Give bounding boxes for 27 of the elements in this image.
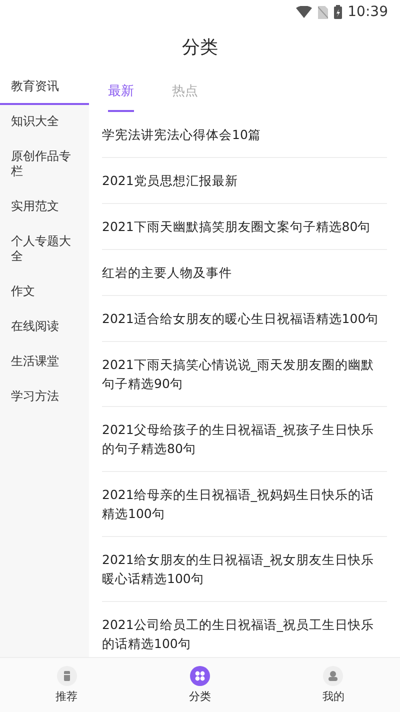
nav-tab[interactable]: 我的 bbox=[293, 666, 374, 704]
sidebar-item[interactable]: 实用范文 bbox=[0, 190, 89, 225]
wifi-icon bbox=[296, 6, 312, 18]
article-title[interactable]: 红岩的主要人物及事件 bbox=[102, 250, 387, 296]
article-title[interactable]: 2021下雨天搞笑心情说说_雨天发朋友圈的幽默句子精选90句 bbox=[102, 342, 387, 407]
article-title[interactable]: 2021给女朋友的生日祝福语_祝女朋友生日快乐暖心话精选100句 bbox=[102, 537, 387, 602]
article-title[interactable]: 2021父母给孩子的生日祝福语_祝孩子生日快乐的句子精选80句 bbox=[102, 407, 387, 472]
sidebar-item[interactable]: 个人专题大全 bbox=[0, 225, 89, 275]
sidebar-item[interactable]: 生活课堂 bbox=[0, 345, 89, 380]
page-title: 分类 bbox=[182, 36, 218, 59]
article-title[interactable]: 2021给母亲的生日祝福语_祝妈妈生日快乐的话精选100句 bbox=[102, 472, 387, 537]
nav-tab[interactable]: 推荐 bbox=[26, 666, 107, 704]
status-time: 10:39 bbox=[348, 4, 388, 20]
sidebar-item[interactable]: 作文 bbox=[0, 275, 89, 310]
sidebar-item[interactable]: 原创作品专栏 bbox=[0, 140, 89, 190]
no-sim-icon bbox=[318, 6, 328, 18]
article-title[interactable]: 2021下雨天幽默搞笑朋友圈文案句子精选80句 bbox=[102, 204, 387, 250]
sidebar-item[interactable]: 学习方法 bbox=[0, 380, 89, 415]
tab[interactable]: 最新 bbox=[108, 80, 134, 112]
sidebar-item[interactable]: 知识大全 bbox=[0, 105, 89, 140]
article-title[interactable]: 2021适合给女朋友的暖心生日祝福语精选100句 bbox=[102, 296, 387, 342]
nav-tab[interactable]: 分类 bbox=[160, 666, 240, 704]
article-title[interactable]: 2021党员思想汇报最新 bbox=[102, 158, 387, 204]
article-title[interactable]: 学宪法讲宪法心得体会10篇 bbox=[102, 112, 387, 158]
sidebar-item[interactable]: 在线阅读 bbox=[0, 310, 89, 345]
battery-icon bbox=[334, 5, 342, 19]
sidebar-item[interactable]: 教育资讯 bbox=[0, 70, 89, 105]
